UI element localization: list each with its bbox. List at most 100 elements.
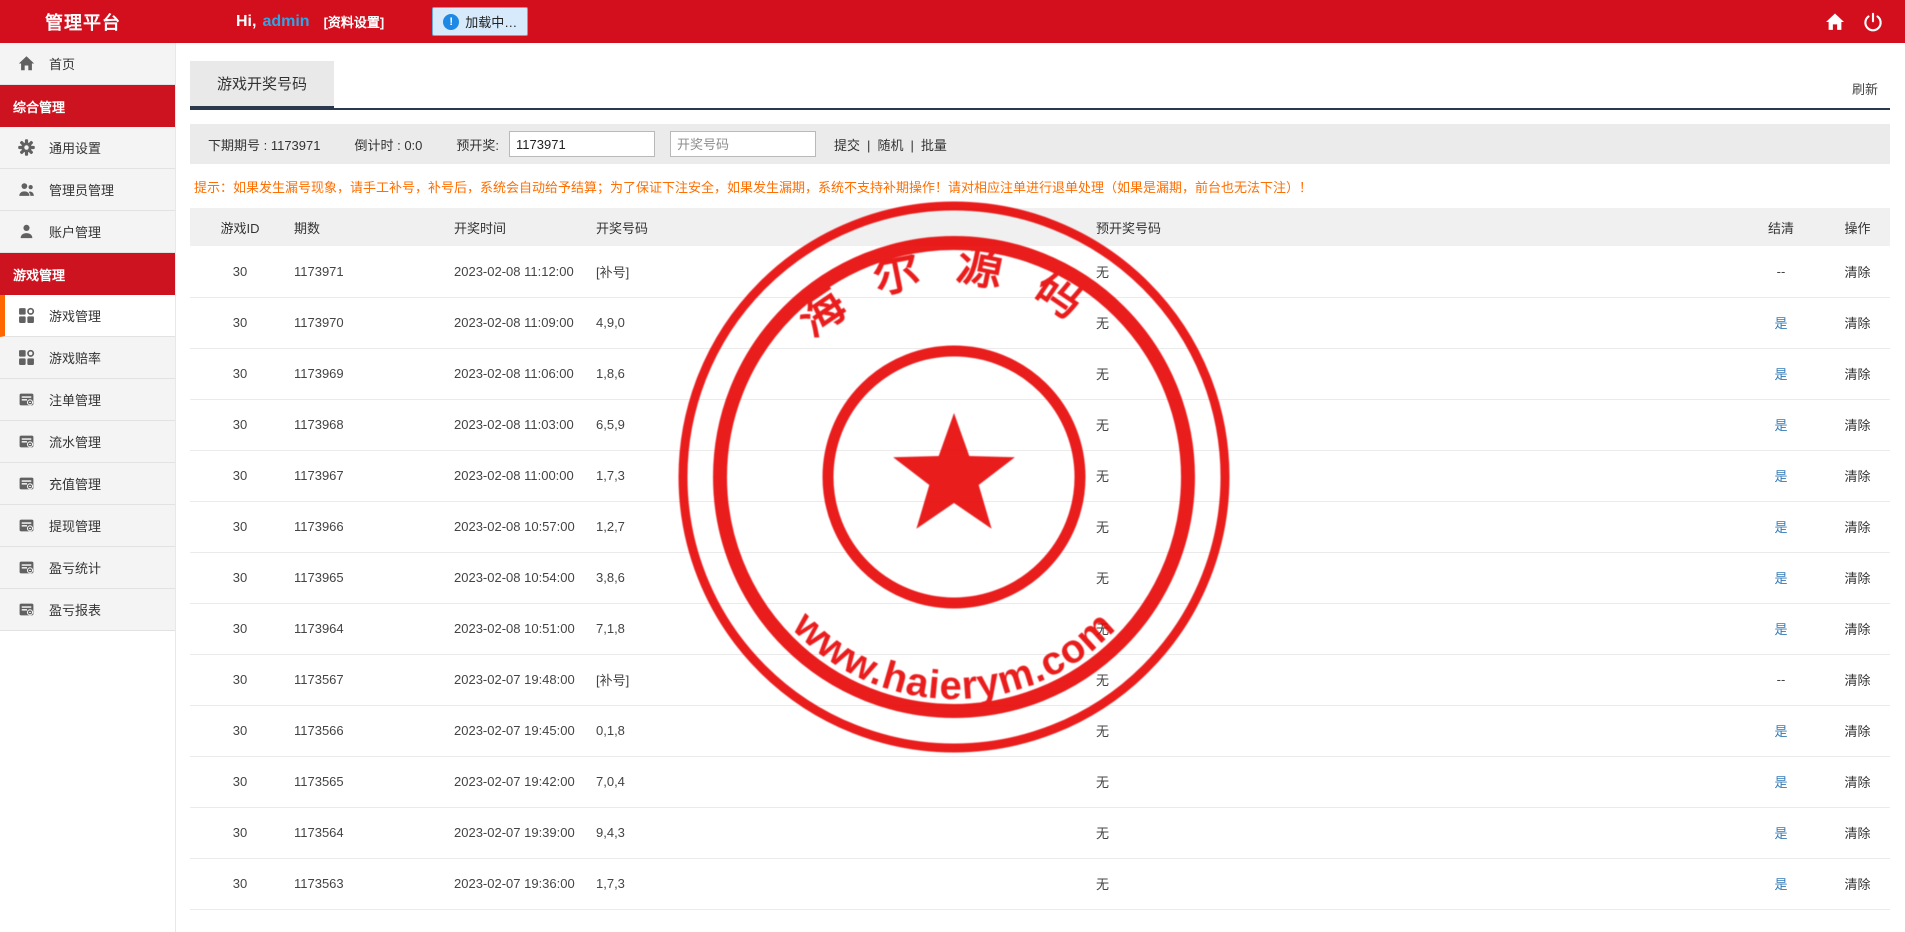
cell-settled[interactable]: 是: [1737, 756, 1825, 808]
cell-draw-time: 2023-02-08 10:54:00: [450, 552, 592, 604]
cell-action[interactable]: 清除: [1825, 654, 1890, 706]
cell-pre-draw-number: 无: [1092, 552, 1737, 604]
cell-settled[interactable]: 是: [1737, 399, 1825, 451]
cell-settled[interactable]: 是: [1737, 858, 1825, 910]
table-row: 30 1173971 2023-02-08 11:12:00 [补号] 无 -- 清除: [190, 246, 1890, 298]
column-header-5: 结清: [1737, 208, 1825, 246]
tab-game-draw-numbers[interactable]: 游戏开奖号码: [190, 61, 335, 110]
topbar: 管理平台 Hi, admin [资料设置] 加载中…: [0, 0, 1905, 43]
tab-bar: 游戏开奖号码 刷新: [190, 61, 1890, 110]
sidebar: 首页 综合管理 通用设置 管理员管理 账户管理 游戏管理 游戏管理 游戏赔率 注单管理 流水管理充…: [0, 43, 176, 932]
sidebar-item-label: 游戏管理: [13, 267, 66, 283]
cell-settled[interactable]: 是: [1737, 705, 1825, 757]
draw-number-input[interactable]: [670, 131, 817, 157]
cell-issue: 1173565: [290, 756, 450, 808]
countdown-label: 倒计时 : 0:0: [354, 137, 423, 153]
sidebar-item-0[interactable]: 首页: [0, 43, 175, 85]
sidebar-item-10[interactable]: 充值管理: [0, 463, 175, 505]
cell-draw-number: 0,1,8: [592, 705, 1092, 757]
sidebar-item-2[interactable]: 通用设置: [0, 127, 175, 169]
cell-action[interactable]: 清除: [1825, 756, 1890, 808]
pre-draw-input[interactable]: [509, 131, 656, 157]
cell-action[interactable]: 清除: [1825, 807, 1890, 859]
next-issue-label: 下期期号 : 1173971: [208, 137, 321, 153]
username: admin: [262, 12, 310, 30]
sidebar-item-12[interactable]: 盈亏统计: [0, 547, 175, 589]
cell-action[interactable]: 清除: [1825, 552, 1890, 604]
sidebar-item-8[interactable]: 注单管理: [0, 379, 175, 421]
cell-action[interactable]: 清除: [1825, 603, 1890, 655]
profile-settings-link[interactable]: [资料设置]: [324, 12, 385, 31]
cell-game-id: 30: [190, 858, 290, 910]
cell-pre-draw-number: 无: [1092, 399, 1737, 451]
sidebar-item-7[interactable]: 游戏赔率: [0, 337, 175, 379]
cell-settled[interactable]: 是: [1737, 501, 1825, 553]
cell-action[interactable]: 清除: [1825, 501, 1890, 553]
cell-action[interactable]: 清除: [1825, 246, 1890, 298]
cell-settled[interactable]: 是: [1737, 807, 1825, 859]
sidebar-item-label: 通用设置: [49, 141, 102, 156]
greeting: Hi, admin: [236, 13, 310, 31]
loading-button[interactable]: 加载中…: [432, 7, 529, 36]
cell-pre-draw-number: 无: [1092, 501, 1737, 553]
sidebar-item-11[interactable]: 提现管理: [0, 505, 175, 547]
cell-pre-draw-number: 无: [1092, 450, 1737, 502]
notice-text: 提示：如果发生漏号现象，请手工补号，补号后，系统会自动给予结算；为了保证下注安全…: [194, 180, 1313, 195]
cell-pre-draw-number: 无: [1092, 705, 1737, 757]
pre-draw-label: 预开奖:: [456, 137, 500, 153]
cell-settled[interactable]: 是: [1737, 297, 1825, 349]
cell-settled[interactable]: 是: [1737, 552, 1825, 604]
cell-pre-draw-number: 无: [1092, 246, 1737, 298]
greeting-prefix: Hi,: [236, 12, 257, 30]
cell-settled[interactable]: 是: [1737, 450, 1825, 502]
power-icon[interactable]: [1863, 12, 1883, 32]
cell-action[interactable]: 清除: [1825, 705, 1890, 757]
column-header-2: 开奖时间: [450, 208, 592, 246]
table-row: 30 1173567 2023-02-07 19:48:00 [补号] 无 -- 清除: [190, 654, 1890, 706]
toolbar-action-2[interactable]: 批量: [903, 135, 947, 154]
cell-draw-number: 1,7,3: [592, 858, 1092, 910]
table-row: 30 1173964 2023-02-08 10:51:00 7,1,8 无是清除: [190, 603, 1890, 655]
refresh-link[interactable]: 刷新: [1852, 79, 1890, 108]
cell-action[interactable]: 清除: [1825, 399, 1890, 451]
cell-action[interactable]: 清除: [1825, 348, 1890, 400]
sidebar-item-3[interactable]: 管理员管理: [0, 169, 175, 211]
cell-game-id: 30: [190, 450, 290, 502]
sidebar-item-9[interactable]: 流水管理: [0, 421, 175, 463]
app-title: 管理平台: [45, 12, 121, 33]
cell-draw-time: 2023-02-07 19:39:00: [450, 807, 592, 859]
cell-game-id: 30: [190, 246, 290, 298]
cell-pre-draw-number: 无: [1092, 654, 1737, 706]
cell-action[interactable]: 清除: [1825, 858, 1890, 910]
cell-issue: 1173968: [290, 399, 450, 451]
cell-draw-number: 1,2,7: [592, 501, 1092, 553]
cell-draw-number: 3,8,6: [592, 552, 1092, 604]
sidebar-item-label: 游戏赔率: [49, 351, 102, 366]
cell-settled[interactable]: 是: [1737, 603, 1825, 655]
sidebar-item-label: 游戏管理: [49, 309, 102, 324]
cell-draw-time: 2023-02-08 11:06:00: [450, 348, 592, 400]
sidebar-item-6[interactable]: 游戏管理: [0, 295, 175, 337]
sidebar-item-label: 管理员管理: [49, 183, 115, 198]
cell-action[interactable]: 清除: [1825, 450, 1890, 502]
sidebar-item-13[interactable]: 盈亏报表: [0, 589, 175, 631]
cell-game-id: 30: [190, 807, 290, 859]
column-header-1: 期数: [290, 208, 450, 246]
cell-settled[interactable]: 是: [1737, 348, 1825, 400]
cell-issue: 1173967: [290, 450, 450, 502]
column-header-0: 游戏ID: [190, 208, 290, 246]
cell-action[interactable]: 清除: [1825, 297, 1890, 349]
toolbar-action-0[interactable]: 提交: [834, 135, 860, 154]
cell-issue: 1173969: [290, 348, 450, 400]
toolbar-action-1[interactable]: 随机: [860, 135, 903, 154]
doc-icon: [18, 433, 35, 450]
cell-draw-time: 2023-02-08 10:51:00: [450, 603, 592, 655]
sidebar-item-4[interactable]: 账户管理: [0, 211, 175, 253]
cell-issue: 1173970: [290, 297, 450, 349]
home-icon[interactable]: [1825, 12, 1845, 32]
cell-issue: 1173964: [290, 603, 450, 655]
table-row: 30 1173968 2023-02-08 11:03:00 6,5,9 无是清除: [190, 399, 1890, 451]
cell-draw-time: 2023-02-08 11:12:00: [450, 246, 592, 298]
cell-game-id: 30: [190, 756, 290, 808]
cell-draw-time: 2023-02-08 11:03:00: [450, 399, 592, 451]
